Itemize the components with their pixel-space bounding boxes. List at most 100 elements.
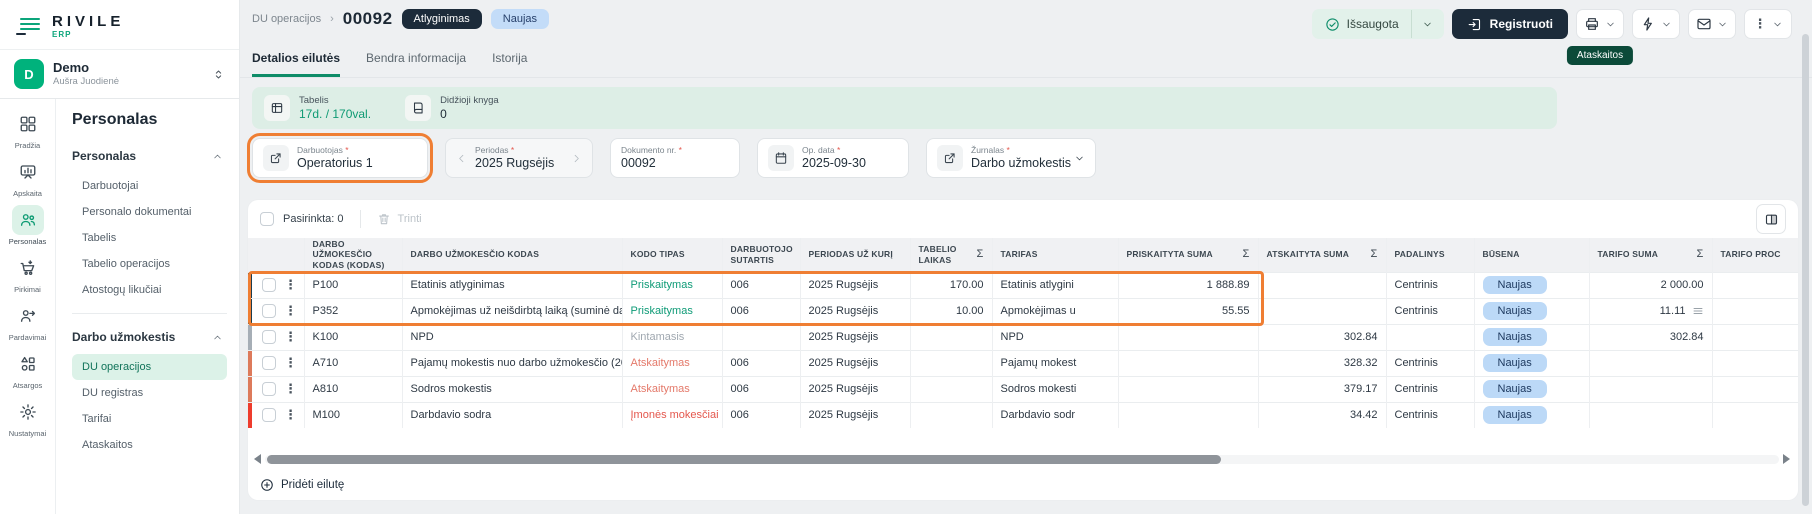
cell-tariff-pct[interactable] xyxy=(1712,350,1798,376)
cell-time[interactable]: 170.00 xyxy=(910,272,992,298)
nav-rail-item-atsargos[interactable]: Atsargos xyxy=(2,349,54,390)
column-header-darbo-užmokesčio-kodas[interactable]: DARBO UŽMOKESČIO KODAS xyxy=(402,238,622,272)
cell-type[interactable]: Atskaitymas xyxy=(622,376,722,402)
status-badge[interactable]: Naujas xyxy=(1483,302,1547,320)
column-settings-button[interactable] xyxy=(1756,204,1786,234)
status-badge[interactable]: Naujas xyxy=(1483,328,1547,346)
register-button[interactable]: Registruoti xyxy=(1452,9,1568,39)
cell-contract[interactable]: 006 xyxy=(722,272,800,298)
sidebar-item-du-operacijos[interactable]: DU operacijos xyxy=(72,354,227,380)
cell-contract[interactable]: 006 xyxy=(722,298,800,324)
delete-button[interactable]: Trinti xyxy=(377,212,422,226)
column-header-būsena[interactable]: BŪSENA xyxy=(1474,238,1589,272)
cell-name[interactable]: Pajamų mokestis nuo darbo užmokesčio (20 xyxy=(402,350,622,376)
cell-tariff[interactable]: Pajamų mokest xyxy=(992,350,1118,376)
row-kebab-icon[interactable]: ⋮ xyxy=(284,303,297,319)
nav-rail-item-pardavimai[interactable]: Pardavimai xyxy=(2,301,54,342)
column-header-padalinys[interactable]: PADALINYS xyxy=(1386,238,1474,272)
row-kebab-icon[interactable]: ⋮ xyxy=(284,355,297,371)
scroll-left-arrow[interactable] xyxy=(254,454,261,464)
column-header-darbo-užmokesčio-kodas-kodas[interactable]: DARBO UŽMOKESČIO KODAS (KODAS) xyxy=(304,238,402,272)
sidebar-item-tabelis[interactable]: Tabelis xyxy=(72,225,227,251)
cell-code[interactable]: P352 xyxy=(304,298,402,324)
cell-tariff[interactable]: NPD xyxy=(992,324,1118,350)
cell-period[interactable]: 2025 Rugsėjis xyxy=(800,298,910,324)
field-darbuotojas[interactable]: Darbuotojas *Operatorius 1 xyxy=(252,138,428,178)
page-scrollbar-vertical[interactable] xyxy=(1802,0,1809,514)
field-dokumento-nr[interactable]: Dokumento nr. *00092 xyxy=(610,138,740,178)
cell-branch[interactable]: Centrinis xyxy=(1386,376,1474,402)
saved-split-button[interactable]: Išsaugota xyxy=(1312,9,1444,39)
cell-branch[interactable]: Centrinis xyxy=(1386,298,1474,324)
nav-rail-item-apskaita[interactable]: Apskaita xyxy=(2,157,54,198)
vertical-scrollbar-thumb[interactable] xyxy=(1802,34,1809,506)
cell-code[interactable]: K100 xyxy=(304,324,402,350)
cell-name[interactable]: Apmokėjimas už neišdirbtą laiką (suminė … xyxy=(402,298,622,324)
cell-tariff[interactable]: Apmokėjimas u xyxy=(992,298,1118,324)
sigma-icon[interactable]: Σ xyxy=(977,248,984,262)
row-checkbox[interactable] xyxy=(262,408,276,422)
chevron-left-icon[interactable] xyxy=(456,153,467,164)
cell-type[interactable]: Įmonės mokesčiai xyxy=(622,402,722,428)
sigma-icon[interactable]: Σ xyxy=(1243,248,1250,262)
cell-accrued[interactable] xyxy=(1118,350,1258,376)
cell-type[interactable]: Priskaitymas xyxy=(622,298,722,324)
cell-branch[interactable]: Centrinis xyxy=(1386,272,1474,298)
cell-tariff-pct[interactable] xyxy=(1712,324,1798,350)
cell-deducted[interactable]: 34.42 xyxy=(1258,402,1386,428)
cell-time[interactable] xyxy=(910,324,992,350)
column-header-priskaityta-suma[interactable]: PRISKAITYTA SUMAΣ xyxy=(1118,238,1258,272)
column-header-tarifas[interactable]: TARIFAS xyxy=(992,238,1118,272)
banner-chip-tabelis[interactable]: Tabelis17d. / 170val. xyxy=(264,95,371,121)
cell-accrued[interactable] xyxy=(1118,402,1258,428)
nav-rail-item-pirkimai[interactable]: Pirkimai xyxy=(2,253,54,294)
field-periodas[interactable]: Periodas *2025 Rugsėjis xyxy=(445,138,593,178)
row-kebab-icon[interactable]: ⋮ xyxy=(284,277,297,293)
status-badge[interactable]: Naujas xyxy=(1483,354,1547,372)
nav-rail-item-personalas[interactable]: Personalas xyxy=(2,205,54,246)
column-header-tarifo-suma[interactable]: TARIFO SUMAΣ xyxy=(1589,238,1712,272)
status-badge[interactable]: Naujas xyxy=(1483,406,1547,424)
row-kebab-icon[interactable]: ⋮ xyxy=(284,381,297,397)
column-header-tabelio-laikas[interactable]: TABELIO LAIKASΣ xyxy=(910,238,992,272)
sidebar-section-darbo-užmokestis[interactable]: Darbo užmokestis xyxy=(72,324,227,350)
email-button[interactable] xyxy=(1688,9,1736,39)
row-kebab-icon[interactable]: ⋮ xyxy=(284,407,297,423)
status-badge[interactable]: Naujas xyxy=(1483,276,1547,294)
column-header-atskaityta-suma[interactable]: ATSKAITYTA SUMAΣ xyxy=(1258,238,1386,272)
tab-istorija[interactable]: Istorija xyxy=(492,51,527,77)
cell-branch[interactable] xyxy=(1386,324,1474,350)
cell-time[interactable] xyxy=(910,376,992,402)
row-checkbox[interactable] xyxy=(262,356,276,370)
cell-contract[interactable]: 006 xyxy=(722,376,800,402)
cell-type[interactable]: Priskaitymas xyxy=(622,272,722,298)
column-header-tarifo-proc[interactable]: TARIFO PROC xyxy=(1712,238,1798,272)
sidebar-item-tabelio-operacijos[interactable]: Tabelio operacijos xyxy=(72,251,227,277)
cell-period[interactable]: 2025 Rugsėjis xyxy=(800,272,910,298)
cell-time[interactable]: 10.00 xyxy=(910,298,992,324)
cell-deducted[interactable] xyxy=(1258,272,1386,298)
cell-tariff[interactable]: Etatinis atlygini xyxy=(992,272,1118,298)
cell-tariff-sum[interactable] xyxy=(1589,350,1712,376)
cell-deducted[interactable]: 328.32 xyxy=(1258,350,1386,376)
nav-rail-item-nustatymai[interactable]: Nustatymai xyxy=(2,397,54,438)
more-actions-button[interactable]: ⋮ xyxy=(1744,9,1792,39)
scroll-right-arrow[interactable] xyxy=(1783,454,1790,464)
cell-tariff-pct[interactable] xyxy=(1712,402,1798,428)
cell-name[interactable]: Darbdavio sodra xyxy=(402,402,622,428)
sidebar-item-personalo-dokumentai[interactable]: Personalo dokumentai xyxy=(72,199,227,225)
breadcrumb-root[interactable]: DU operacijos xyxy=(252,13,321,25)
cell-period[interactable]: 2025 Rugsėjis xyxy=(800,324,910,350)
row-checkbox[interactable] xyxy=(262,382,276,396)
row-kebab-icon[interactable]: ⋮ xyxy=(284,329,297,345)
cell-contract[interactable]: 006 xyxy=(722,402,800,428)
row-menu-icon[interactable] xyxy=(1692,305,1704,317)
row-checkbox[interactable] xyxy=(262,278,276,292)
column-header-periodas-už-kurį[interactable]: PERIODAS UŽ KURĮ xyxy=(800,238,910,272)
row-checkbox[interactable] xyxy=(262,330,276,344)
sidebar-item-tarifai[interactable]: Tarifai xyxy=(72,406,227,432)
tab-detalios-eilutės[interactable]: Detalios eilutės xyxy=(252,51,340,77)
quick-actions-button[interactable] xyxy=(1632,9,1680,39)
cell-branch[interactable]: Centrinis xyxy=(1386,350,1474,376)
cell-tariff-pct[interactable] xyxy=(1712,272,1798,298)
